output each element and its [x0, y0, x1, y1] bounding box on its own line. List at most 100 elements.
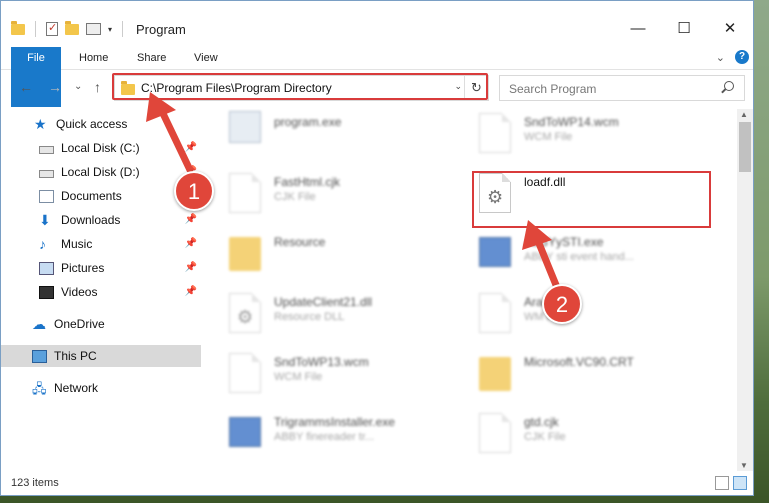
- file-name: UpdateClient21.dll: [274, 295, 373, 309]
- minimize-button[interactable]: —: [615, 15, 661, 43]
- title-bar: ▾ Program — ☐ ✕: [1, 1, 753, 41]
- document-icon: [479, 293, 511, 333]
- file-name: SndToWP13.wcm: [274, 355, 369, 369]
- recent-locations-chevron-icon[interactable]: ⌄: [74, 81, 82, 92]
- search-placeholder: Search Program: [509, 82, 597, 96]
- file-highlight: [472, 171, 711, 228]
- pc-icon: [32, 349, 47, 363]
- file-item[interactable]: Resource: [201, 229, 451, 289]
- maximize-button[interactable]: ☐: [661, 15, 707, 43]
- file-type: ABBY sti event hand...: [524, 251, 634, 263]
- large-icons-view-icon[interactable]: [733, 476, 747, 490]
- scroll-down-icon[interactable]: ▼: [740, 461, 748, 470]
- details-view-icon[interactable]: [715, 476, 729, 490]
- vertical-scrollbar[interactable]: ▲ ▼: [737, 109, 753, 471]
- view-switcher: [715, 476, 747, 490]
- videos-icon: [39, 285, 54, 299]
- file-item[interactable]: ⚙ UpdateClient21.dll Resource DLL: [201, 289, 451, 349]
- file-name: FastHtml.cjk: [274, 175, 340, 189]
- search-input[interactable]: Search Program: [499, 75, 745, 101]
- star-icon: ★: [34, 115, 47, 132]
- sidebar-item-this-pc[interactable]: This PC: [1, 345, 201, 367]
- file-item[interactable]: ABBYySTI.exe ABBY sti event hand...: [451, 229, 701, 289]
- file-name: TrigrammsInstaller.exe: [274, 415, 395, 429]
- toolbar-divider: [122, 21, 124, 37]
- folder-icon: [229, 237, 261, 271]
- pin-icon: 📌: [184, 214, 197, 225]
- tab-home[interactable]: Home: [79, 47, 108, 70]
- file-name: gtd.cjk: [524, 415, 559, 429]
- file-item[interactable]: TrigrammsInstaller.exe ABBY finereader t…: [201, 409, 451, 469]
- navigation-pane: ★ Quick access Local Disk (C:) 📌 Local D…: [1, 109, 201, 469]
- file-list: program.exe SndToWP14.wcm WCM File FastH…: [201, 109, 738, 469]
- sidebar-item-label: Pictures: [61, 261, 105, 275]
- sidebar-item-label: Videos: [61, 285, 98, 299]
- forward-button[interactable]: →: [48, 79, 62, 95]
- close-button[interactable]: ✕: [707, 15, 753, 43]
- status-bar: 123 items: [1, 473, 753, 495]
- sidebar-item-videos[interactable]: Videos 📌: [1, 281, 201, 303]
- item-count: 123 items: [11, 477, 59, 489]
- file-name: Resource: [274, 235, 326, 249]
- up-button[interactable]: ↑: [94, 79, 101, 95]
- sidebar-item-quick-access[interactable]: ★ Quick access: [1, 113, 201, 135]
- pictures-icon: [39, 261, 54, 275]
- customize-toolbar-chevron-icon[interactable]: ▾: [108, 25, 112, 34]
- view-options-icon[interactable]: [86, 23, 101, 35]
- tab-share[interactable]: Share: [137, 47, 166, 70]
- sidebar-item-label: OneDrive: [54, 317, 105, 331]
- file-type: CJK File: [274, 191, 316, 203]
- expand-ribbon-chevron-icon[interactable]: ⌄: [716, 51, 725, 64]
- file-item[interactable]: gtd.cjk CJK File: [451, 409, 701, 469]
- exe-icon: [229, 111, 261, 143]
- properties-check-icon[interactable]: [46, 21, 58, 36]
- sidebar-item-local-disk-c[interactable]: Local Disk (C:) 📌: [1, 137, 201, 159]
- file-item[interactable]: FastHtml.cjk CJK File: [201, 169, 451, 229]
- sidebar-item-local-disk-d[interactable]: Local Disk (D:) 📌: [1, 161, 201, 183]
- step-badge-1: 1: [174, 171, 214, 211]
- drive-icon: [39, 145, 54, 154]
- ribbon-tabs: File Home Share View ⌄ ?: [1, 45, 753, 107]
- sidebar-item-label: Music: [61, 237, 93, 251]
- address-bar-highlight: [112, 73, 488, 100]
- exe-icon: [229, 417, 261, 447]
- sidebar-item-label: Documents: [61, 189, 122, 203]
- new-folder-icon[interactable]: [65, 20, 79, 35]
- drive-icon: [39, 169, 54, 178]
- sidebar-item-label: Local Disk (D:): [61, 165, 140, 179]
- file-type: WCM File: [524, 131, 573, 143]
- dll-gear-icon: ⚙: [229, 293, 261, 333]
- scroll-up-icon[interactable]: ▲: [740, 110, 748, 119]
- document-icon: [479, 113, 511, 153]
- back-button[interactable]: ←: [19, 79, 33, 95]
- sidebar-item-label: Quick access: [56, 117, 128, 131]
- file-name: SndToWP14.wcm: [524, 115, 619, 129]
- sidebar-item-network[interactable]: 🖧 Network: [1, 377, 201, 399]
- file-item[interactable]: program.exe: [201, 109, 451, 169]
- file-type: CJK File: [524, 431, 566, 443]
- search-icon[interactable]: [724, 81, 734, 91]
- documents-icon: [39, 189, 54, 203]
- sidebar-item-music[interactable]: ♪ Music 📌: [1, 233, 201, 255]
- folder-icon[interactable]: [11, 20, 25, 35]
- document-icon: [229, 353, 261, 393]
- file-item[interactable]: SndToWP14.wcm WCM File: [451, 109, 701, 169]
- file-type: ABBY finereader tr...: [274, 431, 375, 443]
- download-icon: ⬇: [39, 211, 51, 228]
- tab-view[interactable]: View: [194, 47, 218, 70]
- pin-icon: 📌: [184, 286, 197, 297]
- help-icon[interactable]: ?: [735, 50, 749, 64]
- music-icon: ♪: [39, 235, 46, 252]
- window-title: Program: [136, 21, 186, 37]
- step-badge-2: 2: [542, 284, 582, 324]
- file-item[interactable]: SndToWP13.wcm WCM File: [201, 349, 451, 409]
- pin-icon: 📌: [184, 262, 197, 273]
- file-item[interactable]: Microsoft.VC90.CRT: [451, 349, 701, 409]
- sidebar-item-downloads[interactable]: ⬇ Downloads 📌: [1, 209, 201, 231]
- document-icon: [229, 173, 261, 213]
- sidebar-item-onedrive[interactable]: ☁ OneDrive: [1, 313, 201, 335]
- scrollbar-thumb[interactable]: [739, 122, 751, 172]
- sidebar-item-label: This PC: [54, 349, 97, 363]
- sidebar-item-pictures[interactable]: Pictures 📌: [1, 257, 201, 279]
- sidebar-item-documents[interactable]: Documents 📌: [1, 185, 201, 207]
